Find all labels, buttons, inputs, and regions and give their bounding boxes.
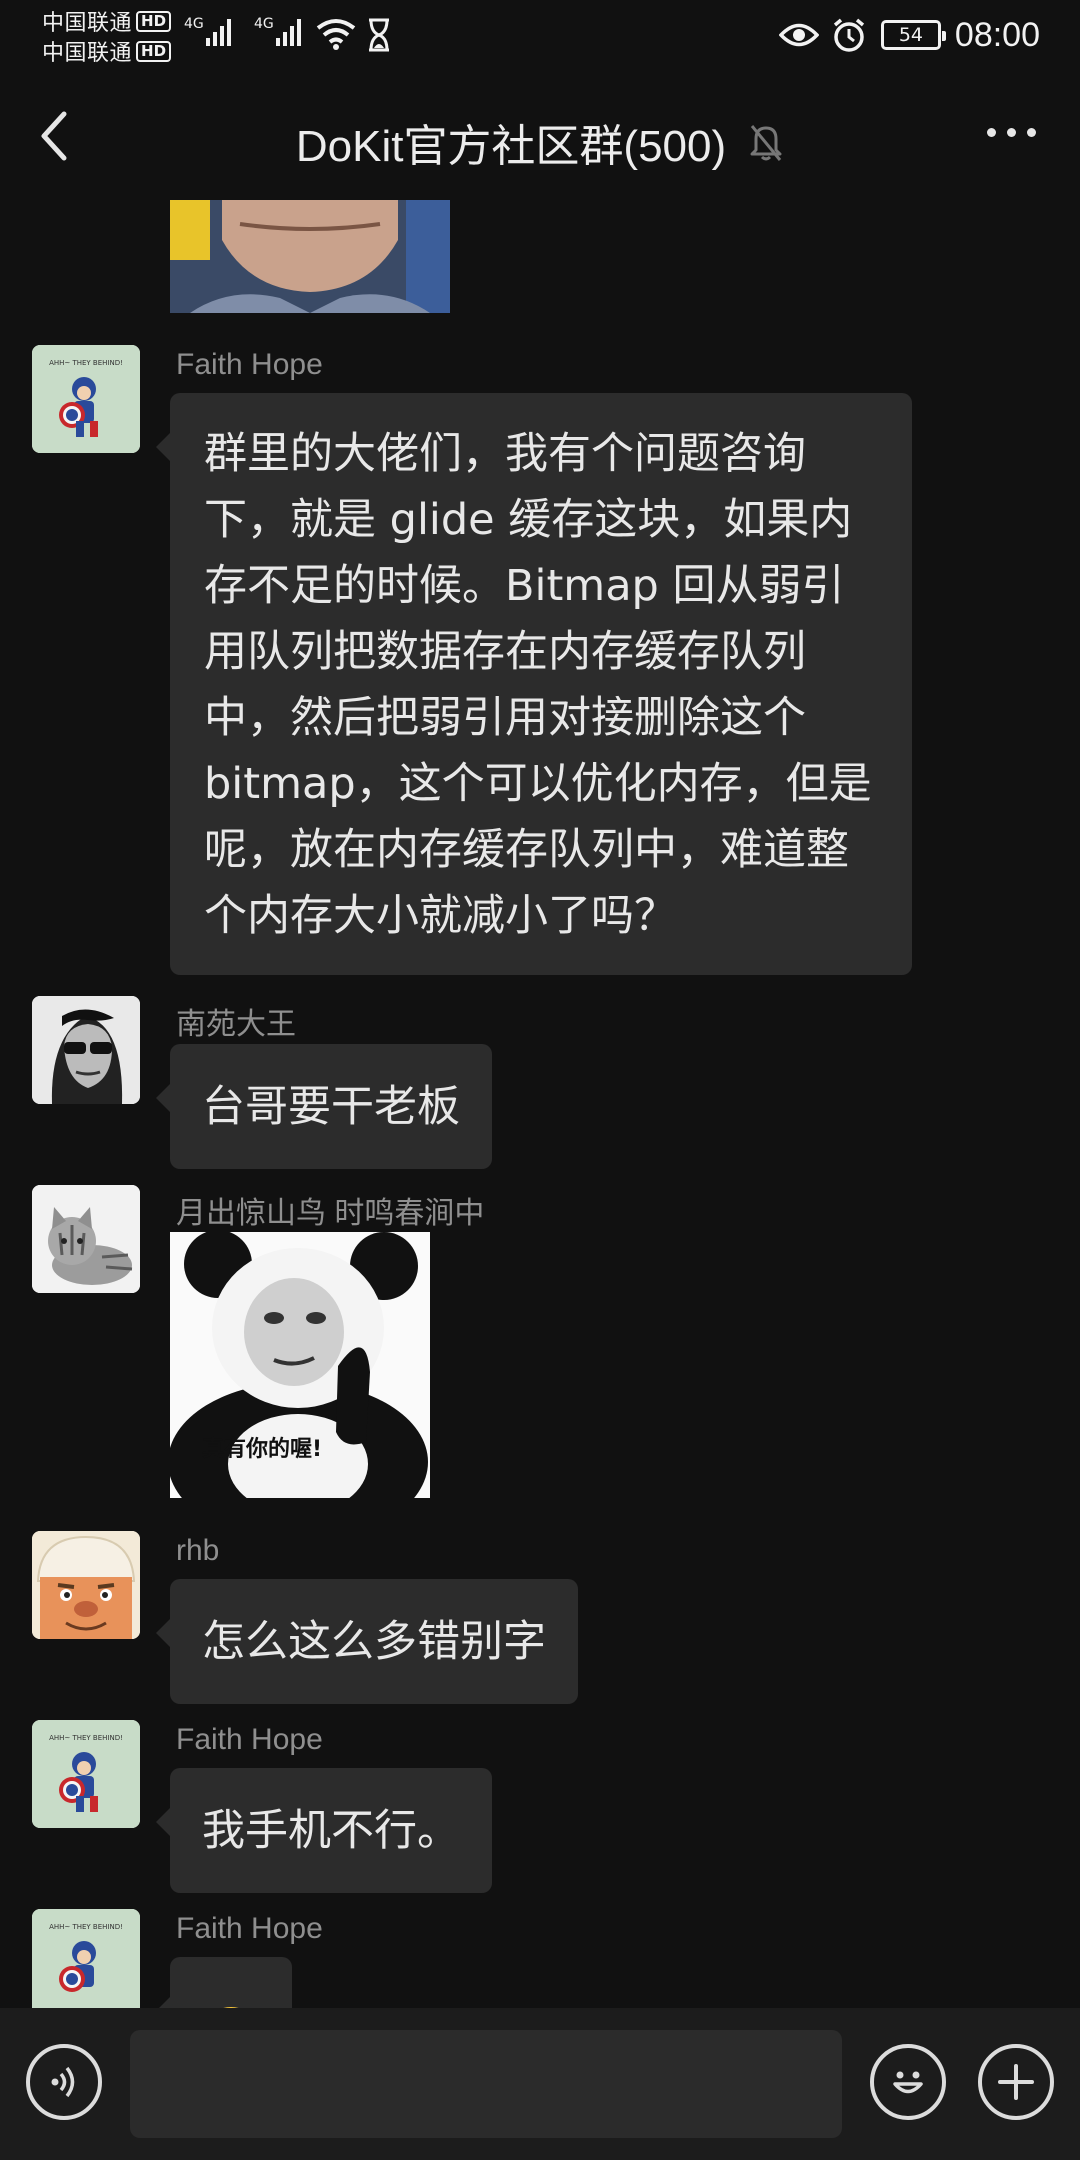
- status-time: 08:00: [954, 15, 1040, 54]
- avatar[interactable]: [32, 996, 140, 1104]
- sender-name: Faith Hope: [176, 1723, 323, 1756]
- hd-badge-2: HD: [136, 40, 172, 62]
- smiley-icon: [893, 2071, 923, 2094]
- captain-america-avatar-icon: AHH~ THEY BEHIND!: [32, 1720, 140, 1828]
- sender-name: 南苑大王: [176, 1008, 296, 1041]
- carrier-row-1: 中国联通 HD: [42, 6, 172, 36]
- message-text: 怎么这么多错别字: [202, 1617, 546, 1667]
- status-right: 54 08:00: [778, 12, 1040, 58]
- emoji-icon: [223, 2007, 239, 2008]
- avatar[interactable]: AHH~ THEY BEHIND!: [32, 1909, 140, 2008]
- mute-bell-icon: [750, 125, 782, 161]
- svg-text:AHH~ THEY BEHIND!: AHH~ THEY BEHIND!: [49, 1923, 123, 1931]
- photo-message[interactable]: [170, 200, 450, 313]
- sender-name: 月出惊山鸟 时鸣春涧中: [176, 1197, 485, 1230]
- message-bubble[interactable]: 我手机不行。: [156, 1768, 492, 1893]
- page-title: DoKit官方社区群(500): [295, 122, 727, 171]
- message-text: 台哥要干老板: [202, 1082, 460, 1132]
- message-text: 群里的大佬们，我有个问题咨询下，就是 glide 缓存这块，如果内存不足的时候。…: [204, 429, 872, 941]
- svg-text:AHH~ THEY BEHIND!: AHH~ THEY BEHIND!: [49, 1734, 123, 1742]
- avatar[interactable]: AHH~ THEY BEHIND!: [32, 345, 140, 453]
- wifi-icon: [316, 19, 356, 50]
- cartoon-face-avatar-icon: [32, 1531, 140, 1639]
- hourglass-icon: [369, 18, 389, 52]
- avatar[interactable]: [32, 1185, 140, 1293]
- avatar[interactable]: [32, 1531, 140, 1639]
- signal-2-icon: 4G: [254, 16, 301, 46]
- emoji-button[interactable]: [870, 2044, 946, 2120]
- network-type-2: 4G: [254, 16, 274, 32]
- plus-icon: [998, 2064, 1034, 2100]
- message-bubble[interactable]: 怎么这么多错别字: [156, 1579, 578, 1704]
- avatar[interactable]: AHH~ THEY BEHIND!: [32, 1720, 140, 1828]
- carrier-1: 中国联通: [42, 11, 133, 36]
- sticker-caption: 真有你的喔!: [202, 1436, 322, 1462]
- carrier-row-2: 中国联通 HD: [42, 36, 172, 66]
- message-bubble[interactable]: [156, 1957, 292, 2008]
- title-wrap: DoKit官方社区群(500): [0, 110, 1080, 174]
- chat-list[interactable]: AHH~ THEY BEHIND! Faith Hope 群里的大佬们，我有个问…: [0, 200, 1080, 2008]
- input-bar: [0, 2008, 1080, 2160]
- eye-icon: [778, 23, 819, 47]
- voice-icon: [51, 2066, 75, 2098]
- svg-text:AHH~ THEY BEHIND!: AHH~ THEY BEHIND!: [49, 359, 123, 367]
- sender-name: Faith Hope: [176, 348, 323, 381]
- alarm-icon: [833, 18, 865, 52]
- hd-badge-1: HD: [136, 10, 172, 32]
- message-text: 我手机不行。: [202, 1806, 460, 1856]
- sunglasses-man-avatar-icon: [32, 996, 140, 1104]
- sender-name: Faith Hope: [176, 1912, 323, 1945]
- message-bubble[interactable]: 台哥要干老板: [156, 1044, 492, 1169]
- status-bar: 中国联通 HD 中国联通 HD 4G 4G 54 08:00: [0, 0, 1080, 70]
- photo-thumbnail: [170, 200, 450, 313]
- sender-name: rhb: [176, 1534, 220, 1567]
- message-input[interactable]: [130, 2030, 842, 2138]
- network-type-1: 4G: [184, 16, 204, 32]
- captain-america-avatar-icon: AHH~ THEY BEHIND!: [32, 1909, 140, 2008]
- panda-sticker-image: 真有你的喔!: [170, 1232, 430, 1498]
- battery-icon: 54: [880, 20, 946, 50]
- more-options-button[interactable]: [987, 128, 1036, 137]
- message-bubble[interactable]: 群里的大佬们，我有个问题咨询下，就是 glide 缓存这块，如果内存不足的时候。…: [156, 393, 912, 975]
- captain-america-avatar-icon: AHH~ THEY BEHIND!: [32, 345, 140, 453]
- carrier-stack: 中国联通 HD 中国联通 HD: [42, 6, 172, 66]
- signal-1-icon: 4G: [184, 16, 231, 46]
- chat-header: DoKit官方社区群(500): [0, 70, 1080, 200]
- add-button[interactable]: [978, 2044, 1054, 2120]
- voice-button[interactable]: [26, 2044, 102, 2120]
- sticker-message[interactable]: 真有你的喔!: [170, 1232, 430, 1498]
- carrier-2: 中国联通: [42, 41, 133, 66]
- cat-avatar-icon: [32, 1185, 140, 1293]
- battery-level: 54: [898, 24, 923, 46]
